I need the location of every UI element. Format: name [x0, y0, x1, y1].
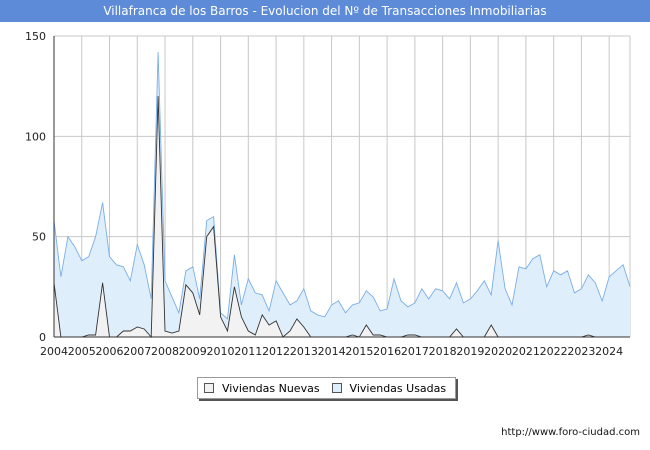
x-tick-label: 2022 — [540, 345, 568, 358]
x-tick-label: 2008 — [151, 345, 179, 358]
legend-label-nuevas: Viviendas Nuevas — [222, 381, 320, 395]
legend-label-usadas: Viviendas Usadas — [349, 381, 447, 395]
x-tick-label: 2011 — [234, 345, 262, 358]
x-tick-label: 2010 — [207, 345, 235, 358]
legend-item-usadas: Viviendas Usadas — [331, 381, 447, 395]
x-tick-label: 2023 — [567, 345, 595, 358]
legend: Viviendas Nuevas Viviendas Usadas — [197, 377, 456, 399]
x-tick-label: 2019 — [456, 345, 484, 358]
x-tick-label: 2013 — [290, 345, 318, 358]
x-tick-label: 2021 — [512, 345, 540, 358]
y-tick-label: 0 — [39, 331, 46, 344]
x-tick-label: 2024 — [595, 345, 623, 358]
legend-item-nuevas: Viviendas Nuevas — [204, 382, 320, 395]
y-tick-label: 50 — [32, 231, 46, 244]
x-tick-label: 2016 — [373, 345, 401, 358]
x-tick-label: 2017 — [401, 345, 429, 358]
x-tick-label: 2020 — [484, 345, 512, 358]
chart-area: 0501001502004 2005 2006 2007 2008 2009 2010 201… — [25, 30, 631, 358]
y-tick-label: 150 — [25, 30, 46, 43]
x-tick-label: 2018 — [429, 345, 457, 358]
y-tick-label: 100 — [25, 130, 46, 143]
x-tick-label: 2014 — [318, 345, 346, 358]
legend-swatch-nuevas — [204, 383, 214, 393]
x-tick-label: 2006 — [96, 345, 124, 358]
x-tick-label: 2015 — [345, 345, 373, 358]
legend-swatch-usadas — [331, 383, 342, 393]
x-tick-label: 2009 — [179, 345, 207, 358]
x-tick-label: 2012 — [262, 345, 290, 358]
source-url: http://www.foro-ciudad.com — [501, 427, 640, 438]
x-tick-label: 2004 — [40, 345, 68, 358]
x-tick-label: 2007 — [123, 345, 151, 358]
chart-title: Villafranca de los Barros - Evolucion de… — [0, 0, 650, 22]
x-tick-label: 2005 — [68, 345, 96, 358]
